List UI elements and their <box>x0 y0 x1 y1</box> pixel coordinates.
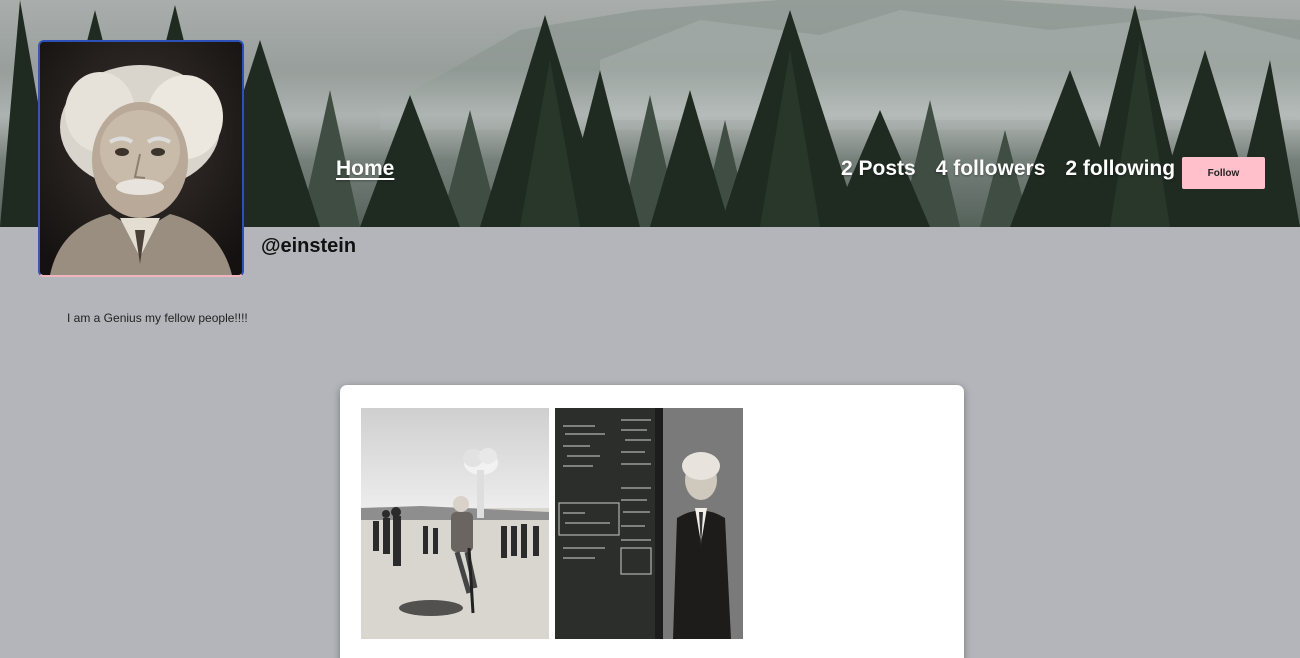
profile-page: Home 2 Posts 4 followers 2 following Fol… <box>0 0 1300 658</box>
post-image-bicycle[interactable] <box>361 408 549 639</box>
profile-bio: I am a Genius my fellow people!!!! <box>67 311 248 325</box>
profile-stats: 2 Posts 4 followers 2 following <box>841 157 1175 181</box>
profile-avatar[interactable] <box>38 40 244 277</box>
posts-count[interactable]: 2 Posts <box>841 157 916 181</box>
nav-home-link[interactable]: Home <box>336 157 394 181</box>
post-image-chalkboard[interactable] <box>555 408 743 639</box>
profile-handle: @einstein <box>261 235 357 257</box>
follow-button[interactable]: Follow <box>1182 157 1265 189</box>
avatar-portrait-image <box>40 42 242 275</box>
post-card <box>340 385 964 658</box>
chalkboard-lecture-photo <box>555 408 743 639</box>
following-count[interactable]: 2 following <box>1065 157 1175 181</box>
bicycle-mushroom-cloud-photo <box>361 408 549 639</box>
followers-count[interactable]: 4 followers <box>936 157 1046 181</box>
